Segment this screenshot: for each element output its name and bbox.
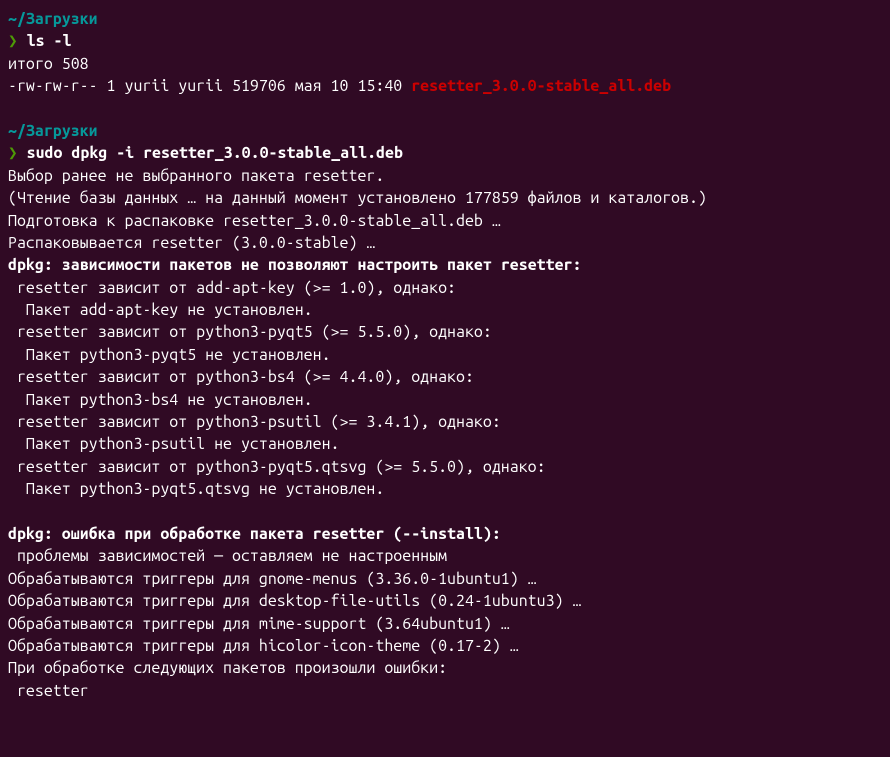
prompt-line: ❯ sudo dpkg -i resetter_3.0.0-stable_all… [8,142,882,164]
output-line: Пакет python3-bs4 не установлен. [8,389,882,411]
output-line: dpkg: зависимости пакетов не позволяют н… [8,254,882,276]
output-line: resetter зависит от python3-bs4 (>= 4.4.… [8,366,882,388]
output-line: dpkg: ошибка при обработке пакета resett… [8,523,882,545]
output-line: Пакет python3-psutil не установлен. [8,433,882,455]
blank-line [8,98,882,120]
filename-highlight: resetter_3.0.0-stable_all.deb [411,77,671,95]
prompt-symbol: ❯ [8,144,18,162]
output-line: -rw-rw-r-- 1 yurii yurii 519706 мая 10 1… [8,75,882,97]
cwd-line: ~/Загрузки [8,8,882,30]
output-line: Распаковывается resetter (3.0.0-stable) … [8,232,882,254]
output-line: Пакет python3-pyqt5 не установлен. [8,344,882,366]
prompt-symbol: ❯ [8,32,18,50]
cwd-line: ~/Загрузки [8,120,882,142]
output-line: (Чтение базы данных … на данный момент у… [8,187,882,209]
dpkg-msg: зависимости пакетов не позволяют настрои… [53,256,582,274]
terminal-content[interactable]: ~/Загрузки ❯ ls -l итого 508 -rw-rw-r-- … [8,8,882,702]
output-line: resetter зависит от python3-pyqt5.qtsvg … [8,456,882,478]
output-line: Обрабатываются триггеры для gnome-menus … [8,568,882,590]
file-perms: -rw-rw-r-- 1 yurii yurii 519706 мая 10 1… [8,77,411,95]
output-line: resetter зависит от python3-pyqt5 (>= 5.… [8,321,882,343]
output-line: resetter [8,680,882,702]
output-line: Обрабатываются триггеры для hicolor-icon… [8,635,882,657]
blank-line [8,501,882,523]
prompt-line: ❯ ls -l [8,30,882,52]
dpkg-label: dpkg: [8,256,53,274]
output-line: resetter зависит от add-apt-key (>= 1.0)… [8,277,882,299]
output-line: Обрабатываются триггеры для desktop-file… [8,590,882,612]
command-text: sudo dpkg -i resetter_3.0.0-stable_all.d… [18,144,403,162]
output-line: проблемы зависимостей — оставляем не нас… [8,545,882,567]
output-line: Подготовка к распаковке resetter_3.0.0-s… [8,210,882,232]
output-line: Обрабатываются триггеры для mime-support… [8,613,882,635]
cwd-path: ~/Загрузки [8,10,98,28]
output-line: Пакет add-apt-key не установлен. [8,299,882,321]
output-line: итого 508 [8,53,882,75]
output-line: Выбор ранее не выбранного пакета resette… [8,165,882,187]
output-line: При обработке следующих пакетов произошл… [8,657,882,679]
dpkg-label: dpkg: [8,525,53,543]
output-line: Пакет python3-pyqt5.qtsvg не установлен. [8,478,882,500]
output-line: resetter зависит от python3-psutil (>= 3… [8,411,882,433]
command-text: ls -l [18,32,72,50]
dpkg-msg: ошибка при обработке пакета resetter (--… [53,525,501,543]
cwd-path: ~/Загрузки [8,122,98,140]
